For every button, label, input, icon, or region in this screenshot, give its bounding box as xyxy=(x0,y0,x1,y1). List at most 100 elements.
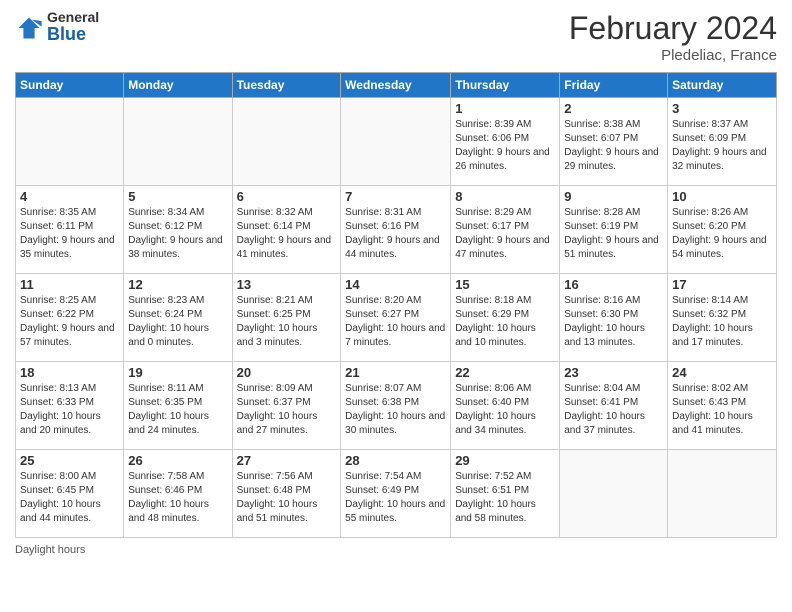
calendar-cell: 16Sunrise: 8:16 AM Sunset: 6:30 PM Dayli… xyxy=(560,274,668,362)
day-info: Sunrise: 7:54 AM Sunset: 6:49 PM Dayligh… xyxy=(345,470,446,526)
calendar-cell: 13Sunrise: 8:21 AM Sunset: 6:25 PM Dayli… xyxy=(232,274,341,362)
calendar-week-1: 1 Sunrise: 8:39 AM Sunset: 6:06 PM Daylig… xyxy=(16,98,777,186)
calendar-cell: 29 Sunrise: 7:52 AM Sunset: 6:51 PM Dayli… xyxy=(451,450,560,538)
calendar-cell: 4Sunrise: 8:35 AM Sunset: 6:11 PM Daylig… xyxy=(16,186,124,274)
day-info: Sunrise: 8:00 AM Sunset: 6:45 PM Dayligh… xyxy=(20,470,119,526)
day-info: Sunrise: 8:21 AM Sunset: 6:25 PM Dayligh… xyxy=(237,294,337,350)
calendar-cell: 12Sunrise: 8:23 AM Sunset: 6:24 PM Dayli… xyxy=(124,274,232,362)
day-info: Sunrise: 8:38 AM Sunset: 6:07 PM Dayligh… xyxy=(564,118,663,174)
day-info: Sunrise: 8:20 AM Sunset: 6:27 PM Dayligh… xyxy=(345,294,446,350)
day-number: 8 xyxy=(455,189,555,204)
calendar-cell: 27 Sunrise: 7:56 AM Sunset: 6:48 PM Dayli… xyxy=(232,450,341,538)
day-info: Sunrise: 8:32 AM Sunset: 6:14 PM Dayligh… xyxy=(237,206,337,262)
day-number: 4 xyxy=(20,189,119,204)
calendar-week-3: 11 Sunrise: 8:25 AM Sunset: 6:22 PM Dayli… xyxy=(16,274,777,362)
calendar-table: SundayMondayTuesdayWednesdayThursdayFrid… xyxy=(15,72,777,538)
calendar-cell xyxy=(124,98,232,186)
day-info: Sunrise: 8:39 AM Sunset: 6:06 PM Dayligh… xyxy=(455,118,555,174)
day-number: 7 xyxy=(345,189,446,204)
day-number: 20 xyxy=(237,365,337,380)
day-info: Sunrise: 8:09 AM Sunset: 6:37 PM Dayligh… xyxy=(237,382,337,438)
day-number: 16 xyxy=(564,277,663,292)
calendar-cell: 17 Sunrise: 8:14 AM Sunset: 6:32 PM Dayli… xyxy=(668,274,777,362)
weekday-header-wednesday: Wednesday xyxy=(341,73,451,98)
logo-icon xyxy=(15,14,43,42)
calendar-cell: 22Sunrise: 8:06 AM Sunset: 6:40 PM Dayli… xyxy=(451,362,560,450)
day-number: 29 xyxy=(455,453,555,468)
day-info: Sunrise: 8:04 AM Sunset: 6:41 PM Dayligh… xyxy=(564,382,663,438)
day-number: 26 xyxy=(128,453,227,468)
day-info: Sunrise: 8:34 AM Sunset: 6:12 PM Dayligh… xyxy=(128,206,227,262)
day-info: Sunrise: 7:56 AM Sunset: 6:48 PM Dayligh… xyxy=(237,470,337,526)
page: General Blue February 2024 Pledeliac, Fr… xyxy=(0,0,792,612)
day-number: 21 xyxy=(345,365,446,380)
day-number: 25 xyxy=(20,453,119,468)
day-number: 18 xyxy=(20,365,119,380)
day-info: Sunrise: 7:52 AM Sunset: 6:51 PM Dayligh… xyxy=(455,470,555,526)
day-info: Sunrise: 8:37 AM Sunset: 6:09 PM Dayligh… xyxy=(672,118,772,174)
location-subtitle: Pledeliac, France xyxy=(569,47,777,64)
calendar-cell: 5 Sunrise: 8:34 AM Sunset: 6:12 PM Daylig… xyxy=(124,186,232,274)
day-number: 23 xyxy=(564,365,663,380)
day-info: Sunrise: 8:23 AM Sunset: 6:24 PM Dayligh… xyxy=(128,294,227,350)
day-number: 3 xyxy=(672,101,772,116)
day-info: Sunrise: 8:07 AM Sunset: 6:38 PM Dayligh… xyxy=(345,382,446,438)
weekday-header-monday: Monday xyxy=(124,73,232,98)
calendar-cell: 11 Sunrise: 8:25 AM Sunset: 6:22 PM Dayli… xyxy=(16,274,124,362)
weekday-header-saturday: Saturday xyxy=(668,73,777,98)
day-number: 2 xyxy=(564,101,663,116)
calendar-cell: 25 Sunrise: 8:00 AM Sunset: 6:45 PM Dayli… xyxy=(16,450,124,538)
calendar-cell xyxy=(16,98,124,186)
calendar-cell: 26 Sunrise: 7:58 AM Sunset: 6:46 PM Dayli… xyxy=(124,450,232,538)
day-number: 9 xyxy=(564,189,663,204)
weekday-header-tuesday: Tuesday xyxy=(232,73,341,98)
calendar-cell: 14 Sunrise: 8:20 AM Sunset: 6:27 PM Dayli… xyxy=(341,274,451,362)
day-number: 19 xyxy=(128,365,227,380)
calendar-cell xyxy=(668,450,777,538)
calendar-cell: 8 Sunrise: 8:29 AM Sunset: 6:17 PM Daylig… xyxy=(451,186,560,274)
day-info: Sunrise: 8:14 AM Sunset: 6:32 PM Dayligh… xyxy=(672,294,772,350)
calendar-cell: 3 Sunrise: 8:37 AM Sunset: 6:09 PM Daylig… xyxy=(668,98,777,186)
day-info: Sunrise: 7:58 AM Sunset: 6:46 PM Dayligh… xyxy=(128,470,227,526)
calendar-cell: 7Sunrise: 8:31 AM Sunset: 6:16 PM Daylig… xyxy=(341,186,451,274)
weekday-header-thursday: Thursday xyxy=(451,73,560,98)
weekday-header-row: SundayMondayTuesdayWednesdayThursdayFrid… xyxy=(16,73,777,98)
weekday-header-sunday: Sunday xyxy=(16,73,124,98)
logo-text: General Blue xyxy=(47,10,99,45)
day-info: Sunrise: 8:02 AM Sunset: 6:43 PM Dayligh… xyxy=(672,382,772,438)
day-info: Sunrise: 8:13 AM Sunset: 6:33 PM Dayligh… xyxy=(20,382,119,438)
day-number: 5 xyxy=(128,189,227,204)
calendar-cell: 24 Sunrise: 8:02 AM Sunset: 6:43 PM Dayli… xyxy=(668,362,777,450)
day-number: 17 xyxy=(672,277,772,292)
calendar-cell xyxy=(232,98,341,186)
day-number: 27 xyxy=(237,453,337,468)
calendar-cell: 21 Sunrise: 8:07 AM Sunset: 6:38 PM Dayli… xyxy=(341,362,451,450)
calendar-week-2: 4Sunrise: 8:35 AM Sunset: 6:11 PM Daylig… xyxy=(16,186,777,274)
month-title: February 2024 xyxy=(569,10,777,47)
calendar-cell: 20 Sunrise: 8:09 AM Sunset: 6:37 PM Dayli… xyxy=(232,362,341,450)
day-info: Sunrise: 8:29 AM Sunset: 6:17 PM Dayligh… xyxy=(455,206,555,262)
day-info: Sunrise: 8:28 AM Sunset: 6:19 PM Dayligh… xyxy=(564,206,663,262)
weekday-header-friday: Friday xyxy=(560,73,668,98)
calendar-cell xyxy=(560,450,668,538)
day-number: 11 xyxy=(20,277,119,292)
logo: General Blue xyxy=(15,10,99,45)
daylight-hours-label: Daylight hours xyxy=(15,544,85,556)
calendar-cell: 28 Sunrise: 7:54 AM Sunset: 6:49 PM Dayli… xyxy=(341,450,451,538)
day-number: 1 xyxy=(455,101,555,116)
day-number: 14 xyxy=(345,277,446,292)
day-number: 6 xyxy=(237,189,337,204)
calendar-cell: 18 Sunrise: 8:13 AM Sunset: 6:33 PM Dayli… xyxy=(16,362,124,450)
day-info: Sunrise: 8:25 AM Sunset: 6:22 PM Dayligh… xyxy=(20,294,119,350)
title-block: February 2024 Pledeliac, France xyxy=(569,10,777,64)
calendar-cell: 6 Sunrise: 8:32 AM Sunset: 6:14 PM Daylig… xyxy=(232,186,341,274)
day-number: 28 xyxy=(345,453,446,468)
calendar-cell: 23 Sunrise: 8:04 AM Sunset: 6:41 PM Dayli… xyxy=(560,362,668,450)
day-info: Sunrise: 8:06 AM Sunset: 6:40 PM Dayligh… xyxy=(455,382,555,438)
day-info: Sunrise: 8:18 AM Sunset: 6:29 PM Dayligh… xyxy=(455,294,555,350)
day-number: 10 xyxy=(672,189,772,204)
calendar-cell: 2 Sunrise: 8:38 AM Sunset: 6:07 PM Daylig… xyxy=(560,98,668,186)
calendar-cell: 15Sunrise: 8:18 AM Sunset: 6:29 PM Dayli… xyxy=(451,274,560,362)
calendar-week-4: 18 Sunrise: 8:13 AM Sunset: 6:33 PM Dayli… xyxy=(16,362,777,450)
day-number: 24 xyxy=(672,365,772,380)
